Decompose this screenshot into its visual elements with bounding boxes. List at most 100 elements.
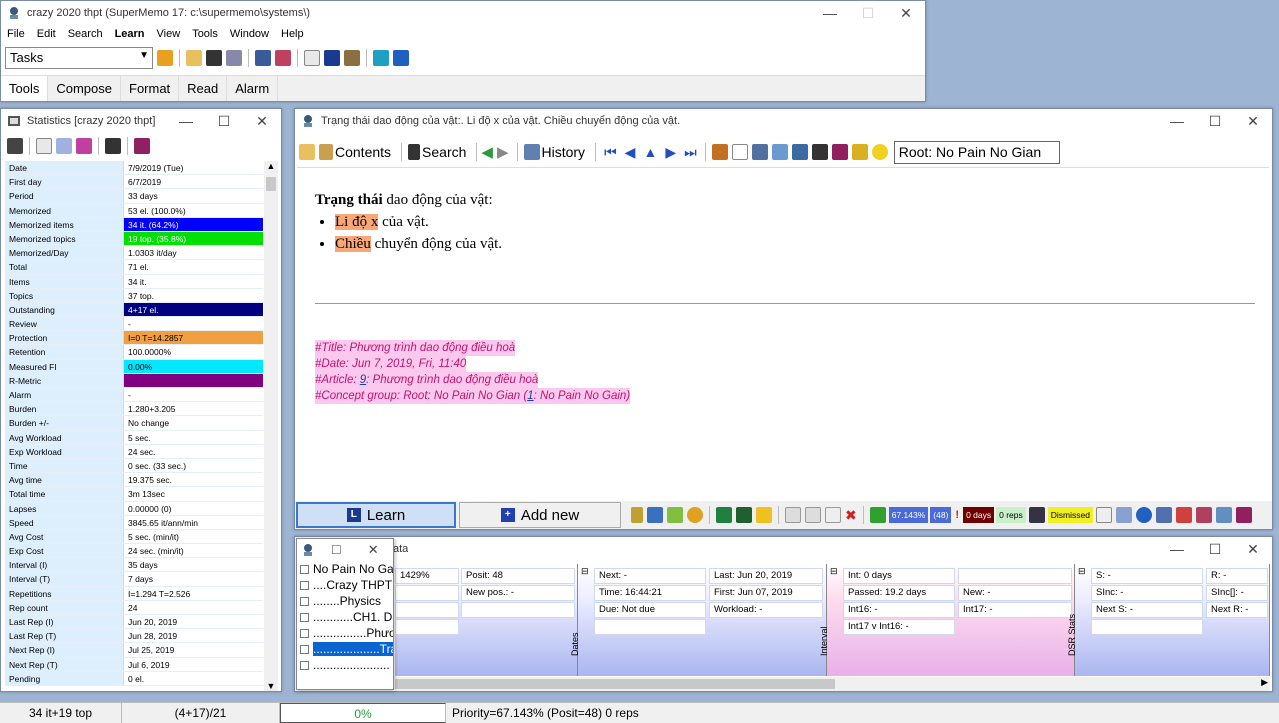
book-open-icon[interactable] <box>751 144 768 160</box>
copy-window-icon[interactable] <box>791 144 808 160</box>
scroll-right-icon[interactable]: ▶ <box>1261 677 1268 688</box>
new-pos-cell[interactable]: New pos.: - <box>461 585 575 601</box>
sound-icon[interactable] <box>687 507 703 523</box>
priority-icon[interactable] <box>869 507 886 523</box>
parent-icon[interactable]: ▲ <box>643 144 657 160</box>
task-selector[interactable]: Tasks ▼ <box>5 47 153 69</box>
checkbox[interactable] <box>300 580 309 590</box>
tree-item[interactable]: ................Phươ <box>297 625 393 641</box>
root-branch-field[interactable]: Root: No Pain No Gian <box>893 140 1060 164</box>
last-icon[interactable]: ⏭ <box>684 144 697 161</box>
tab-read[interactable]: Read <box>179 76 228 101</box>
music-note-icon[interactable] <box>393 50 409 66</box>
menu-help[interactable]: Help <box>275 26 310 44</box>
flag-icon[interactable] <box>756 507 772 523</box>
open-folder-icon[interactable] <box>186 50 202 66</box>
collapse-icon[interactable]: ⊟ <box>1078 566 1086 577</box>
back-arrow-icon[interactable]: ◀ <box>481 143 493 161</box>
tree-item[interactable]: ....................... <box>297 657 393 673</box>
close-icon[interactable]: ✕ <box>243 113 281 130</box>
minimize-icon[interactable]: — <box>167 113 205 130</box>
analysis-icon[interactable] <box>76 138 92 154</box>
prev-icon[interactable]: ◀ <box>625 144 636 161</box>
pen-icon[interactable] <box>647 507 663 523</box>
tree-icon[interactable] <box>344 50 360 66</box>
tab-tools[interactable]: Tools <box>1 76 49 101</box>
minimize-icon[interactable]: — <box>1158 541 1196 558</box>
copy-icon[interactable] <box>805 507 821 523</box>
close-icon[interactable]: ✕ <box>1234 541 1272 558</box>
posit-cell[interactable]: Posit: 48 <box>461 568 575 584</box>
collapse-icon[interactable]: ⊟ <box>581 566 589 577</box>
calendar-icon[interactable] <box>304 50 320 66</box>
scroll-up-icon[interactable]: ▲ <box>264 161 278 171</box>
translate-icon[interactable] <box>731 144 748 160</box>
component-icon[interactable] <box>716 507 732 523</box>
element-content[interactable]: Trạng thái dao động của vật: Li độ x của… <box>297 167 1269 499</box>
search-button[interactable]: Search <box>422 144 466 160</box>
close-icon[interactable]: ✕ <box>368 542 379 558</box>
contents-button[interactable]: Contents <box>335 144 391 160</box>
statistics-scrollbar[interactable]: ▲ ▼ <box>264 161 278 691</box>
tree-item[interactable]: ............CH1. Da <box>297 609 393 625</box>
menu-edit[interactable]: Edit <box>31 26 62 44</box>
tree-item[interactable]: ....Crazy THPT 2 <box>297 577 393 593</box>
book-icon[interactable] <box>1235 507 1252 523</box>
target-icon[interactable] <box>1135 507 1152 523</box>
search-web-icon[interactable] <box>226 50 242 66</box>
font-icon[interactable] <box>1195 507 1212 523</box>
maximize-icon[interactable]: ☐ <box>849 5 887 22</box>
tree-item[interactable]: ....................Tra <box>297 641 393 657</box>
tab-compose[interactable]: Compose <box>48 76 121 101</box>
collapse-icon[interactable]: ⊟ <box>830 566 838 577</box>
add-new-button[interactable]: + Add new <box>459 502 621 528</box>
minimize-icon[interactable]: — <box>811 5 849 22</box>
maximize-icon[interactable]: ☐ <box>1196 541 1234 558</box>
calendar-icon[interactable] <box>1095 507 1112 523</box>
checkbox[interactable] <box>300 612 309 622</box>
maximize-icon[interactable]: ☐ <box>1196 113 1234 130</box>
first-icon[interactable]: ⏮ <box>604 144 617 161</box>
book-icon[interactable] <box>134 138 150 154</box>
checkbox[interactable] <box>300 660 309 670</box>
search-text-icon[interactable] <box>711 144 728 160</box>
learn-button[interactable]: L Learn <box>296 502 456 528</box>
bulb-icon[interactable] <box>871 144 888 160</box>
printer-icon[interactable] <box>811 144 828 160</box>
close-icon[interactable]: ✕ <box>887 5 925 22</box>
next-icon[interactable]: ▶ <box>665 144 676 161</box>
video-icon[interactable] <box>736 507 752 523</box>
menu-window[interactable]: Window <box>224 26 275 44</box>
menu-tools[interactable]: Tools <box>186 26 224 44</box>
monitor-icon[interactable] <box>373 50 389 66</box>
checkbox[interactable] <box>300 596 309 606</box>
window-alt-icon[interactable] <box>275 50 291 66</box>
checkbox[interactable] <box>300 628 309 638</box>
checkbox[interactable] <box>300 644 309 654</box>
edit-icon[interactable] <box>299 144 315 160</box>
edit-doc-icon[interactable] <box>1155 507 1172 523</box>
maximize-icon[interactable]: ☐ <box>205 113 243 130</box>
history-button[interactable]: History <box>542 144 586 160</box>
tasklist-icon[interactable] <box>157 50 173 66</box>
tab-alarm[interactable]: Alarm <box>227 76 279 101</box>
binoculars-icon[interactable] <box>206 50 222 66</box>
menu-search[interactable]: Search <box>62 26 109 44</box>
learn-icon[interactable] <box>324 50 340 66</box>
calendar-icon[interactable] <box>36 138 52 154</box>
book-icon[interactable] <box>831 144 848 160</box>
sheet-icon[interactable] <box>7 138 23 154</box>
scroll-down-icon[interactable]: ▼ <box>264 681 278 691</box>
image-icon[interactable] <box>667 507 683 523</box>
minimize-icon[interactable]: — <box>1158 113 1196 130</box>
menu-file[interactable]: File <box>1 26 31 44</box>
paste-icon[interactable] <box>825 507 841 523</box>
window-icon[interactable] <box>1028 507 1045 523</box>
document-icon[interactable] <box>1115 507 1132 523</box>
close-icon[interactable]: ✕ <box>1234 113 1272 130</box>
mail-icon[interactable] <box>771 144 788 160</box>
checkbox[interactable] <box>300 564 309 574</box>
duplicate-icon[interactable] <box>785 507 801 523</box>
tree-item[interactable]: ........Physics <box>297 593 393 609</box>
menu-learn[interactable]: Learn <box>109 26 151 44</box>
